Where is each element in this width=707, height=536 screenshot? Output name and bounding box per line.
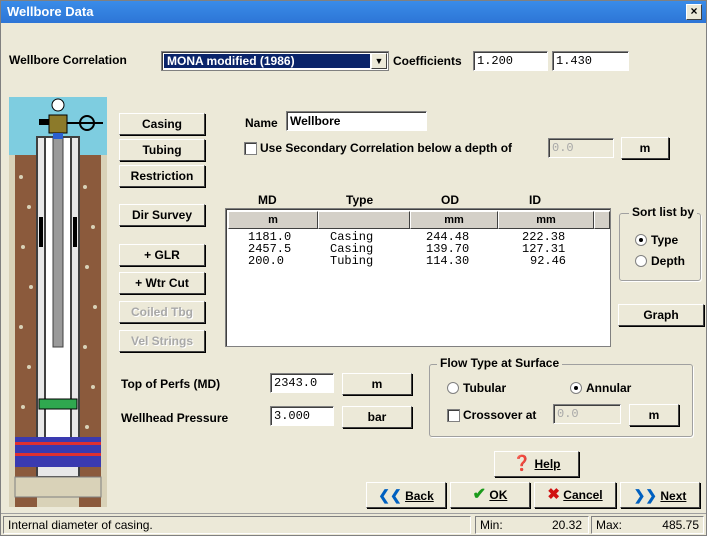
add-wtr-cut-button[interactable]: + Wtr Cut <box>119 272 205 294</box>
wellhead-pressure-label: Wellhead Pressure <box>121 411 229 425</box>
secondary-unit-button[interactable]: m <box>621 137 669 159</box>
name-label: Name <box>245 116 278 130</box>
help-button[interactable]: ❓ Help <box>494 451 579 477</box>
checkmark-icon: ✔ <box>472 486 487 503</box>
status-text: Internal diameter of casing. <box>3 516 471 534</box>
annular-radio[interactable] <box>570 382 582 394</box>
next-button[interactable]: ❯❯ Next <box>620 482 700 508</box>
wellbore-table[interactable]: m mm mm 1181.0 Casing 244.48 222.38 2457… <box>225 208 611 347</box>
status-min: Min: 20.32 <box>475 516 589 534</box>
name-input[interactable]: Wellbore <box>286 111 427 131</box>
col-header-od: OD <box>441 193 459 207</box>
sort-depth-label: Depth <box>651 254 685 268</box>
tubular-radio[interactable] <box>447 382 459 394</box>
wellbore-data-window: Wellbore Data × Wellbore Correlation MON… <box>0 0 707 536</box>
window-title: Wellbore Data <box>7 4 94 19</box>
col-header-id: ID <box>529 193 541 207</box>
close-button[interactable]: × <box>686 4 702 20</box>
coiled-tbg-button[interactable]: Coiled Tbg <box>119 301 205 323</box>
coefficients-label: Coefficients <box>393 54 462 68</box>
flow-type-title: Flow Type at Surface <box>437 356 563 370</box>
status-max: Max: 485.75 <box>591 516 704 534</box>
cancel-x-icon: ✖ <box>547 486 560 503</box>
help-icon: ❓ <box>512 455 532 472</box>
row-id: 92.46 <box>530 254 567 268</box>
secondary-correlation-checkbox[interactable] <box>244 142 257 155</box>
sort-type-radio[interactable] <box>635 234 647 246</box>
correlation-selected: MONA modified (1986) <box>164 54 370 68</box>
row-md: 200.0 <box>248 254 285 268</box>
chevron-down-icon[interactable]: ▼ <box>371 53 387 69</box>
annular-label: Annular <box>586 381 632 395</box>
crossover-label: Crossover at <box>463 408 537 422</box>
tubular-label: Tubular <box>463 381 507 395</box>
title-bar: Wellbore Data × <box>1 1 706 23</box>
add-glr-button[interactable]: + GLR <box>119 244 205 266</box>
wellhead-pressure-unit-button[interactable]: bar <box>342 406 412 428</box>
next-arrow-icon: ❯❯ <box>633 487 658 503</box>
unit-type <box>318 211 410 229</box>
restriction-button[interactable]: Restriction <box>119 165 205 187</box>
top-perfs-unit-button[interactable]: m <box>342 373 412 395</box>
col-header-md: MD <box>258 193 277 207</box>
correlation-dropdown[interactable]: MONA modified (1986) ▼ <box>161 51 389 71</box>
secondary-depth-input[interactable]: 0.0 <box>548 138 614 158</box>
row-type: Tubing <box>330 254 374 268</box>
unit-od: mm <box>410 211 498 229</box>
wellhead-pressure-input[interactable]: 3.000 <box>270 406 334 426</box>
top-perfs-input[interactable]: 2343.0 <box>270 373 334 393</box>
back-arrow-icon: ❮❮ <box>378 487 402 503</box>
coefficient-2-input[interactable]: 1.430 <box>552 51 629 71</box>
status-bar: Internal diameter of casing. Min: 20.32 … <box>1 513 706 535</box>
flow-type-group <box>429 364 693 437</box>
sort-depth-radio[interactable] <box>635 255 647 267</box>
top-perfs-label: Top of Perfs (MD) <box>121 377 221 391</box>
ok-button[interactable]: ✔ OK <box>450 482 530 508</box>
crossover-input[interactable]: 0.0 <box>553 404 621 424</box>
coefficient-1-input[interactable]: 1.200 <box>473 51 548 71</box>
cancel-button[interactable]: ✖ Cancel <box>534 482 616 508</box>
unit-id: mm <box>498 211 594 229</box>
sort-type-label: Type <box>651 233 679 247</box>
crossover-checkbox[interactable] <box>447 409 460 422</box>
dir-survey-button[interactable]: Dir Survey <box>119 204 205 226</box>
row-od: 114.30 <box>426 254 470 268</box>
unit-spacer <box>594 211 610 229</box>
unit-md: m <box>228 211 318 229</box>
wellbore-correlation-label: Wellbore Correlation <box>9 53 127 67</box>
vel-strings-button[interactable]: Vel Strings <box>119 330 205 352</box>
sort-group <box>619 213 701 281</box>
secondary-correlation-label: Use Secondary Correlation below a depth … <box>260 141 513 155</box>
back-button[interactable]: ❮❮ Back <box>366 482 446 508</box>
wellbore-diagram <box>9 97 107 507</box>
graph-button[interactable]: Graph <box>618 304 704 326</box>
sort-group-title: Sort list by <box>629 205 698 219</box>
col-header-type: Type <box>346 193 374 207</box>
crossover-unit-button[interactable]: m <box>629 404 679 426</box>
table-row[interactable]: 200.0 Tubing 114.30 92.46 <box>226 254 610 268</box>
tubing-button[interactable]: Tubing <box>119 139 205 161</box>
casing-button[interactable]: Casing <box>119 113 205 135</box>
